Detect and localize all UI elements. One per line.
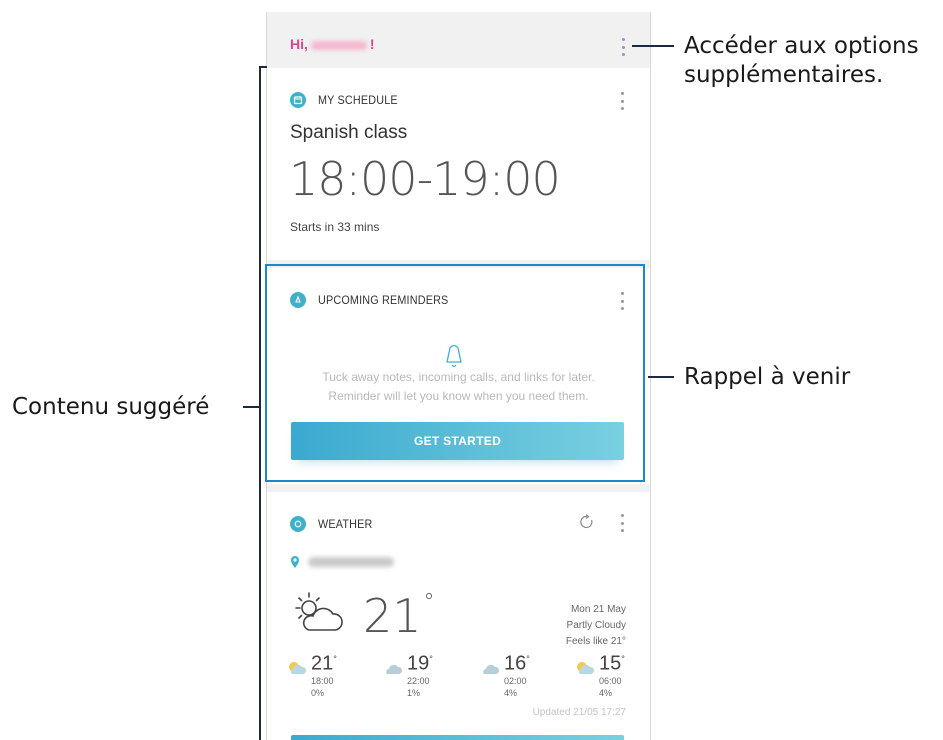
suggested-bracket-top	[259, 66, 267, 68]
location-row	[290, 555, 394, 569]
forecast-precip: 0%	[311, 687, 325, 698]
reminder-callout-line	[648, 376, 674, 378]
forecast-temp-value: 16	[504, 652, 527, 675]
suggested-content-callout: Contenu suggéré	[12, 394, 210, 420]
forecast-temp: 15°	[599, 648, 625, 675]
user-name-redacted	[310, 40, 367, 50]
partly-cloudy-icon	[295, 592, 343, 631]
schedule-card-title: MY SCHEDULE	[318, 93, 398, 107]
forecast-precip: 4%	[504, 687, 518, 698]
forecast-precip: 1%	[407, 687, 421, 698]
weather-card-header: WEATHER	[290, 516, 379, 532]
forecast-degree: °	[429, 654, 433, 664]
forecast-temp: 21°	[311, 648, 337, 675]
forecast-temp-value: 15	[599, 652, 622, 675]
forecast-time: 18:00	[311, 675, 334, 686]
forecast-degree: °	[526, 654, 530, 664]
sun-cloud-icon	[577, 661, 595, 674]
location-name-redacted	[308, 557, 394, 567]
forecast-degree: °	[621, 654, 625, 664]
more-options-icon[interactable]	[621, 38, 625, 56]
options-callout-line	[632, 45, 674, 47]
current-temperature-value: 21	[363, 589, 422, 643]
greeting: Hi,!	[290, 36, 375, 52]
schedule-card-options-icon[interactable]	[620, 92, 624, 110]
weather-app-icon	[290, 516, 306, 532]
options-callout: Accéder aux options supplémentaires.	[684, 32, 919, 90]
greeting-suffix: !	[369, 36, 375, 52]
suggested-bracket-line	[259, 66, 261, 740]
current-weather: 21°	[289, 588, 435, 644]
reminder-highlight-box	[265, 264, 645, 482]
suggested-callout-line	[243, 406, 259, 408]
forecast-temp-value: 19	[407, 652, 430, 675]
forecast-item: 16° 02:00 4%	[480, 648, 540, 699]
event-time-range: 18:00-19:00	[289, 152, 561, 206]
forecast-degree: °	[333, 654, 337, 664]
options-callout-line2: supplémentaires.	[684, 62, 884, 88]
forecast-item: 15° 06:00 4%	[575, 648, 635, 699]
weather-date: Mon 21 May	[570, 604, 626, 615]
forecast-temp: 16°	[504, 648, 530, 675]
cloud-icon	[483, 664, 500, 674]
calendar-icon	[290, 92, 306, 108]
current-temperature: 21°	[363, 588, 435, 644]
greeting-bar: Hi,!	[267, 12, 650, 68]
degree-symbol: °	[423, 590, 435, 615]
weather-card-title: WEATHER	[318, 517, 373, 531]
forecast-temp-value: 21	[311, 652, 334, 675]
forecast-time: 06:00	[599, 675, 622, 686]
reminder-callout: Rappel à venir	[684, 364, 851, 390]
options-callout-line1: Accéder aux options	[684, 33, 919, 59]
greeting-prefix: Hi,	[290, 36, 308, 52]
forecast-temp: 19°	[407, 648, 433, 675]
forecast-item: 21° 18:00 0%	[287, 648, 347, 699]
weather-card-options-icon[interactable]	[620, 514, 624, 532]
refresh-icon[interactable]	[579, 514, 595, 530]
weather-action-button[interactable]	[291, 735, 624, 740]
forecast-item: 19° 22:00 1%	[383, 648, 443, 699]
weather-condition: Partly Cloudy	[566, 620, 626, 631]
weather-updated-time: Updated 21/05 17:27	[532, 707, 626, 718]
weather-details: Mon 21 May Partly Cloudy Feels like 21°	[566, 602, 626, 650]
location-pin-icon	[291, 556, 299, 568]
forecast-time: 02:00	[504, 675, 527, 686]
event-name: Spanish class	[290, 122, 408, 143]
event-starts-in: Starts in 33 mins	[290, 220, 380, 234]
schedule-card-header: MY SCHEDULE	[290, 92, 407, 108]
forecast-precip: 4%	[599, 687, 613, 698]
forecast-time: 22:00	[407, 675, 430, 686]
cloud-icon	[386, 664, 403, 674]
sun-cloud-icon	[289, 661, 307, 674]
